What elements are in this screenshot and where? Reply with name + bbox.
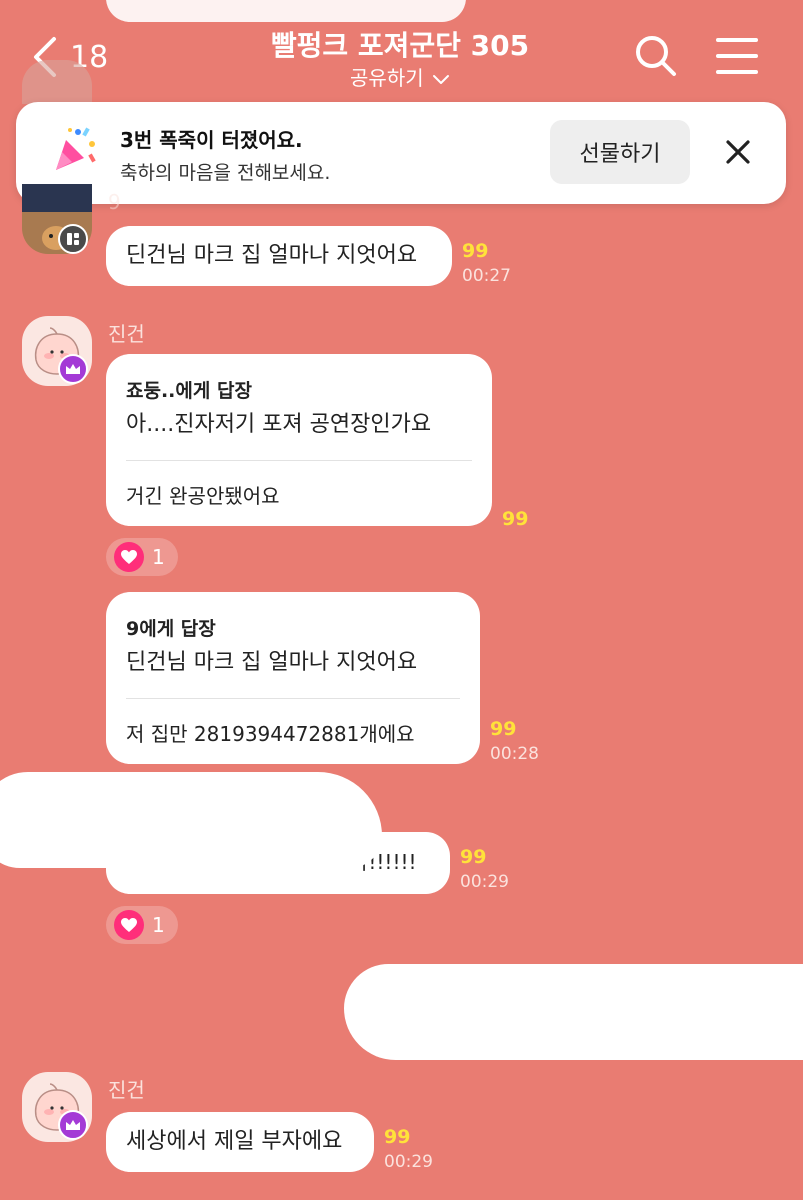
share-label: 공유하기 (350, 66, 424, 90)
banner-subtitle: 축하의 마음을 전해보세요. (120, 162, 331, 184)
avatar[interactable] (22, 60, 92, 104)
message-time: 00:29 (460, 872, 509, 892)
unread-count: 99 (384, 1126, 411, 1148)
reaction-pill[interactable]: 1 (106, 538, 178, 576)
divider (126, 698, 460, 699)
message-text: 거긴 완공안됐어요 (126, 484, 280, 508)
unread-count: 99 (490, 718, 517, 740)
reaction-count: 1 (152, 913, 165, 937)
sender-name: 9 (108, 190, 121, 214)
close-icon[interactable] (724, 138, 752, 166)
heart-icon (114, 542, 144, 572)
menu-icon[interactable] (716, 36, 758, 76)
sender-name: 진건 (108, 1078, 145, 1102)
chat-title: 빨펑크 포져군단 305 (270, 29, 530, 62)
unread-count: 99 (502, 508, 529, 530)
message-text: 딘건님 마크 집 얼마나 지엇어요 (126, 243, 418, 268)
search-icon[interactable] (634, 34, 678, 78)
reaction-count: 1 (152, 545, 165, 569)
quoted-text: 딘건님 마크 집 얼마나 지엇어요 (126, 650, 418, 675)
banner-title: 3번 폭죽이 터졌어요. (120, 128, 303, 152)
message-time: 00:28 (490, 744, 539, 764)
redaction-scribble (0, 772, 382, 868)
crown-icon (66, 364, 80, 374)
celebration-banner: 3번 폭죽이 터졌어요. 축하의 마음을 전해보세요. 선물하기 (16, 102, 786, 204)
party-popper-icon (56, 127, 96, 170)
chevron-down-icon (432, 74, 449, 84)
reply-to-label: 죠둥..에게 답장 (126, 380, 252, 402)
crown-badge (58, 354, 88, 384)
sender-name: 진건 (108, 322, 145, 346)
divider (126, 460, 472, 461)
reply-to-label: 9에게 답장 (126, 618, 216, 640)
message-time: 00:29 (384, 1152, 433, 1172)
reply-message-bubble[interactable]: 죠둥..에게 답장 아....진자저기 포져 공연장인가요 거긴 완공안됐어요 (106, 354, 492, 526)
unread-count: 99 (460, 846, 487, 868)
reaction-pill[interactable]: 1 (106, 906, 178, 944)
message-bubble[interactable]: 세상에서 제일 부자에요 (106, 1112, 374, 1172)
message-text: 저 집만 2819394472881개에요 (126, 722, 415, 746)
unread-count: 99 (462, 240, 489, 262)
crown-icon (66, 1120, 80, 1130)
message-time: 00:27 (462, 266, 511, 286)
message-bubble[interactable]: 딘건님 마크 집 얼마나 지엇어요 (106, 226, 452, 286)
quoted-text: 아....진자저기 포져 공연장인가요 (126, 412, 432, 437)
grid-icon (67, 233, 79, 245)
heart-icon (114, 910, 144, 940)
crown-badge (58, 1110, 88, 1140)
reply-message-bubble[interactable]: 9에게 답장 딘건님 마크 집 얼마나 지엇어요 저 집만 2819394472… (106, 592, 480, 764)
redaction-scribble (344, 964, 803, 1060)
header: 18 빨펑크 포져군단 305 공유하기 (0, 18, 803, 98)
gift-button[interactable]: 선물하기 (550, 120, 690, 184)
message-text: 세상에서 제일 부자에요 (126, 1129, 343, 1154)
gift-button-label: 선물하기 (579, 142, 661, 167)
share-dropdown[interactable]: 공유하기 (300, 62, 500, 91)
avatar-badge (58, 224, 88, 254)
